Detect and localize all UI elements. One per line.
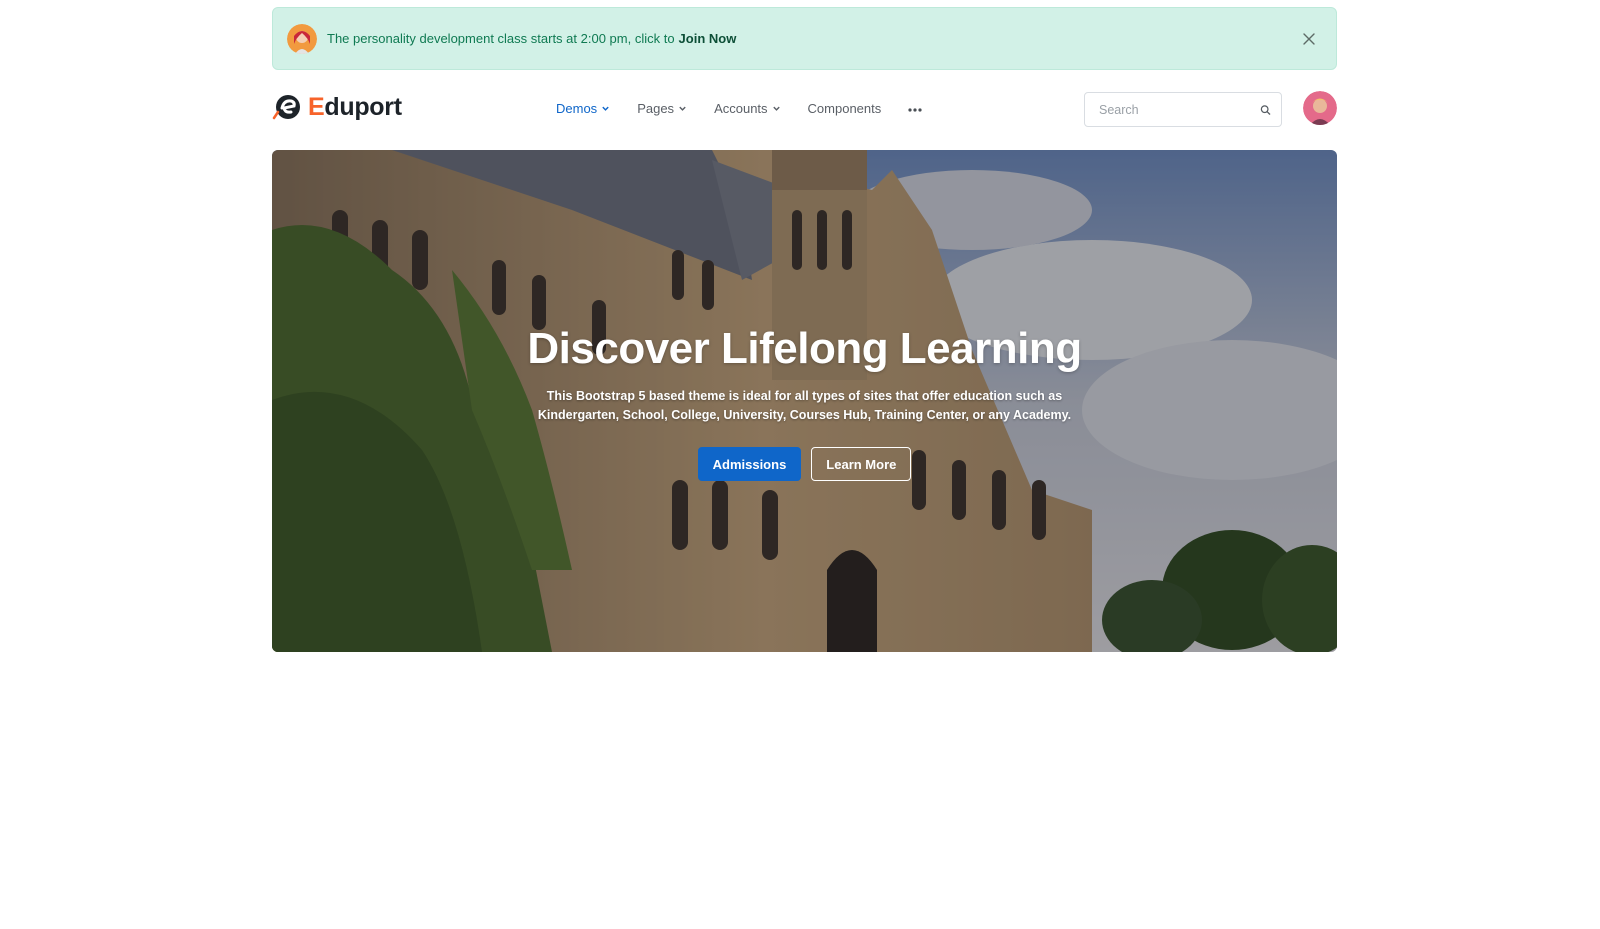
eduport-logo-icon [272,95,300,120]
nav-item-demos[interactable]: Demos [556,101,610,116]
close-icon[interactable] [1300,30,1318,48]
brand-name: Eduport [308,93,402,122]
hero-title: Discover Lifelong Learning [527,324,1082,373]
brand-rest: duport [324,92,402,121]
join-now-link[interactable]: Join Now [679,31,737,46]
nav-item-label: Pages [637,100,675,116]
hero-content: Discover Lifelong Learning This Bootstra… [272,324,1337,482]
main-menu: Demos Pages Accounts Components [556,86,922,130]
brand-logo[interactable]: Eduport [272,92,402,122]
navbar: Eduport Demos Pages Accounts Components [272,86,1337,130]
nav-item-label: Demos [556,100,598,116]
nav-item-label: Accounts [714,100,768,116]
announcement-alert: The personality development class starts… [272,7,1337,70]
alert-message-text: The personality development class starts… [327,31,675,46]
search-input[interactable] [1099,102,1260,117]
nav-item-accounts[interactable]: Accounts [714,101,780,116]
nav-item-pages[interactable]: Pages [637,101,687,116]
chevron-down-icon [602,106,609,111]
nav-item-label: Components [807,100,882,116]
chevron-down-icon [772,106,780,111]
user-avatar[interactable] [1303,91,1337,125]
search-icon[interactable] [1260,103,1271,117]
admissions-button[interactable]: Admissions [697,447,802,482]
hero-subtitle: This Bootstrap 5 based theme is ideal fo… [537,389,1072,423]
nav-item-components[interactable]: Components [808,101,882,116]
learn-more-button[interactable]: Learn More [811,447,912,482]
hero-banner: Discover Lifelong Learning This Bootstra… [272,150,1337,652]
brand-first-letter: E [308,92,325,121]
alert-avatar [287,23,317,54]
search-box [1084,92,1282,127]
ellipsis-icon[interactable] [908,101,922,116]
alert-message: The personality development class starts… [327,31,736,46]
hero-buttons: Admissions Learn More [272,447,1337,482]
chevron-down-icon [679,106,686,111]
